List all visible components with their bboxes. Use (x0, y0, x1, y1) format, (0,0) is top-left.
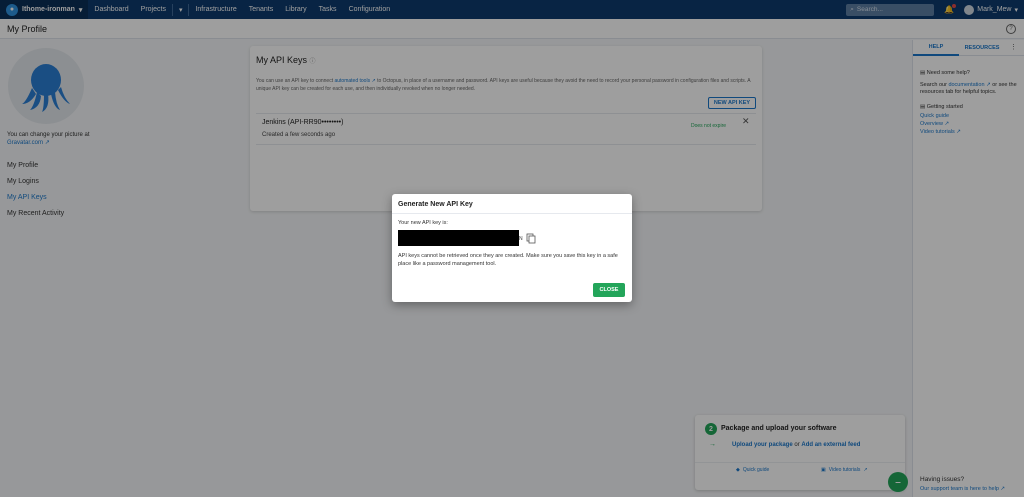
dialog-title: Generate New API Key (398, 201, 473, 208)
copy-icon[interactable] (526, 233, 536, 244)
new-key-label: Your new API key is: (398, 220, 448, 226)
generate-api-key-dialog: Generate New API Key Your new API key is… (392, 194, 632, 302)
dialog-divider (392, 213, 632, 214)
dialog-note: API keys cannot be retrieved once they a… (398, 253, 618, 267)
api-key-redacted[interactable] (398, 230, 519, 246)
close-button[interactable]: CLOSE (593, 283, 625, 297)
api-key-tail: N (519, 236, 523, 242)
